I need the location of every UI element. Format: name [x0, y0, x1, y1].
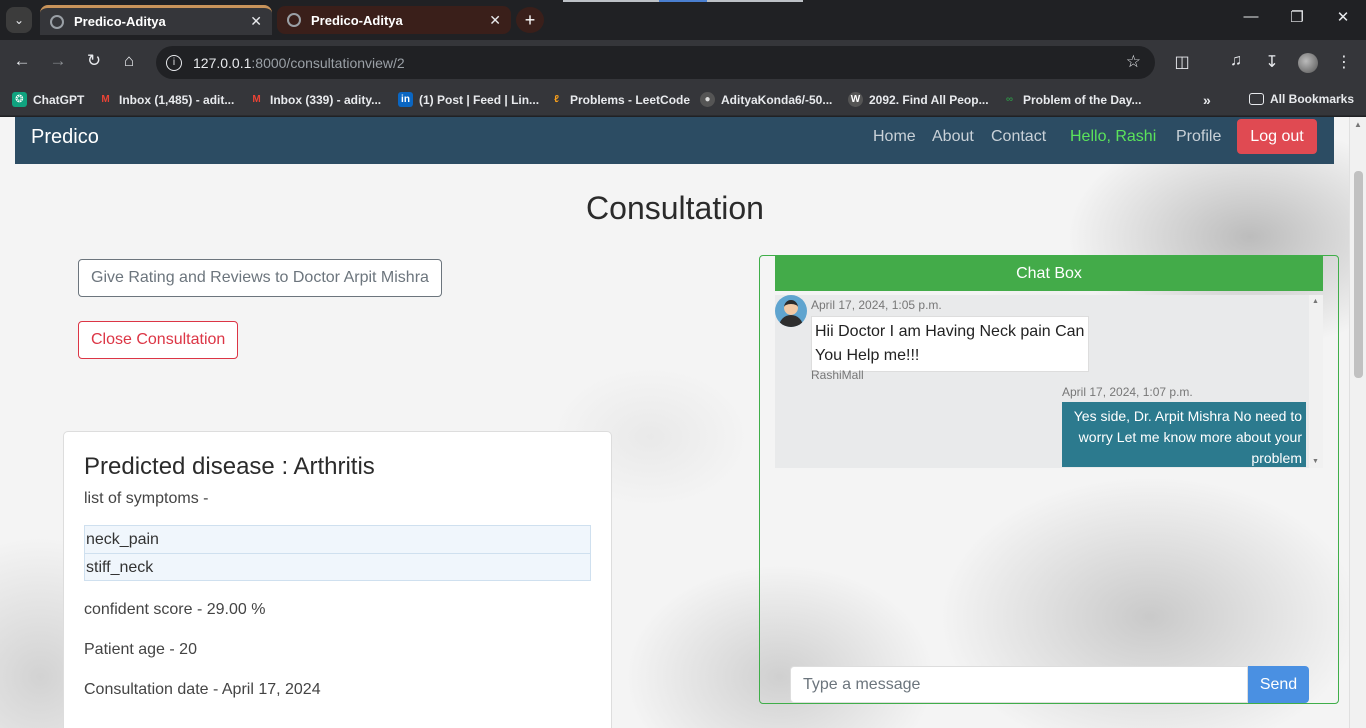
page-scrollbar[interactable]: ▲ [1349, 117, 1366, 728]
bookmarks-overflow-icon[interactable]: » [1203, 92, 1211, 108]
url-text: 127.0.0.1:8000/consultationview/2 [193, 54, 405, 71]
bookmark-leetcode[interactable]: ℓ Problems - LeetCode [549, 92, 690, 107]
bookmarks-bar: ❂ ChatGPT M Inbox (1,485) - adit... M Inbox… [0, 84, 1366, 116]
download-icon[interactable]: ↧ [1261, 52, 1283, 72]
github-icon: ● [700, 92, 715, 107]
tab-title: Predico-Aditya [311, 12, 403, 28]
confidence-score: confident score - 29.00 % [84, 601, 266, 618]
nav-contact[interactable]: Contact [991, 128, 1046, 146]
message-input[interactable]: Type a message [790, 666, 1248, 703]
bookmark-gfg[interactable]: ∞ Problem of the Day... [1002, 92, 1142, 107]
address-bar[interactable]: i 127.0.0.1:8000/consultationview/2 ☆ [156, 46, 1155, 79]
rating-review-button[interactable]: Give Rating and Reviews to Doctor Arpit … [78, 259, 442, 297]
nav-home[interactable]: Home [873, 128, 916, 146]
logout-button[interactable]: Log out [1237, 119, 1317, 154]
window-top-indicator [563, 0, 803, 2]
browser-toolbar: ← → ↻ ⌂ i 127.0.0.1:8000/consultationvie… [0, 40, 1366, 84]
incoming-message: Hii Doctor I am Having Neck pain Can You… [811, 316, 1089, 372]
minimize-icon[interactable]: — [1241, 8, 1261, 25]
site-info-icon[interactable]: i [166, 54, 182, 71]
bookmark-inbox-1[interactable]: M Inbox (1,485) - adit... [98, 92, 234, 107]
nav-about[interactable]: About [932, 128, 974, 146]
send-button[interactable]: Send [1248, 666, 1309, 703]
message-timestamp: April 17, 2024, 1:07 p.m. [1062, 385, 1193, 399]
gmail-icon: M [252, 94, 261, 105]
close-consultation-button[interactable]: Close Consultation [78, 321, 239, 359]
patient-age: Patient age - 20 [84, 641, 197, 658]
scroll-down-icon[interactable]: ▼ [1312, 458, 1319, 465]
gfg-icon: ∞ [1005, 94, 1014, 105]
close-tab-icon[interactable]: ✕ [489, 12, 501, 29]
site-navbar: Predico Home About Contact Hello, Rashi … [15, 117, 1334, 164]
bookmark-inbox-2[interactable]: M Inbox (339) - adity... [249, 92, 381, 107]
new-tab-button[interactable]: + [516, 7, 544, 33]
chat-box: Chat Box April 17, 2024, 1:05 p.m. Hii D… [759, 255, 1339, 704]
gmail-icon: M [101, 94, 110, 105]
prediction-card: Predicted disease : Arthritis list of sy… [63, 431, 612, 728]
nav-profile[interactable]: Profile [1176, 128, 1221, 146]
close-tab-icon[interactable]: ✕ [250, 13, 262, 30]
chatgpt-icon: ❂ [12, 92, 27, 107]
leetcode-icon: ℓ [554, 94, 559, 105]
bookmark-linkedin[interactable]: in (1) Post | Feed | Lin... [398, 92, 539, 107]
tab-search-button[interactable]: ⌄ [6, 7, 32, 33]
scroll-up-icon[interactable]: ▲ [1354, 120, 1362, 129]
message-timestamp: April 17, 2024, 1:05 p.m. [811, 298, 942, 312]
nav-hello-user[interactable]: Hello, Rashi [1070, 128, 1156, 146]
tab-active[interactable]: Predico-Aditya ✕ [40, 5, 272, 35]
message-sender: RashiMall [811, 368, 864, 382]
tab-strip: ⌄ Predico-Aditya ✕ Predico-Aditya ✕ + — … [0, 0, 1366, 40]
menu-dots-icon[interactable]: ⋮ [1333, 52, 1355, 72]
extensions-icon[interactable]: ◫ [1171, 52, 1193, 72]
back-icon[interactable]: ← [11, 51, 33, 71]
bookmark-github[interactable]: ● AdityaKonda6/-50... [700, 92, 832, 107]
w-icon: W [848, 92, 863, 107]
predicted-disease: Predicted disease : Arthritis [84, 453, 375, 480]
symptoms-label: list of symptoms - [84, 490, 209, 507]
tab-title: Predico-Aditya [74, 14, 166, 29]
all-bookmarks[interactable]: All Bookmarks [1249, 92, 1354, 106]
linkedin-icon: in [398, 92, 413, 107]
symptom-list: neck_pain stiff_neck [84, 525, 591, 581]
globe-icon [50, 14, 64, 29]
bookmark-star-icon[interactable]: ☆ [1126, 52, 1141, 72]
chat-messages[interactable]: April 17, 2024, 1:05 p.m. Hii Doctor I a… [775, 295, 1323, 468]
page-viewport: Predico Home About Contact Hello, Rashi … [0, 117, 1366, 728]
page-title: Consultation [586, 190, 764, 226]
symptom-item: neck_pain [85, 526, 590, 553]
profile-avatar-icon[interactable] [1298, 53, 1318, 73]
scrollbar-thumb[interactable] [1354, 171, 1363, 378]
globe-icon [287, 13, 301, 27]
chat-scrollbar[interactable]: ▲ ▼ [1309, 295, 1323, 468]
consultation-date: Consultation date - April 17, 2024 [84, 681, 321, 698]
tab-inactive[interactable]: Predico-Aditya ✕ [277, 6, 511, 34]
bookmark-find-all-people[interactable]: W 2092. Find All Peop... [848, 92, 989, 107]
scroll-up-icon[interactable]: ▲ [1312, 298, 1319, 305]
brand-logo[interactable]: Predico [31, 126, 99, 149]
close-window-icon[interactable]: ✕ [1333, 8, 1353, 26]
forward-icon[interactable]: → [47, 51, 69, 71]
bookmark-chatgpt[interactable]: ❂ ChatGPT [12, 92, 84, 107]
outgoing-message: Yes side, Dr. Arpit Mishra No need to wo… [1062, 402, 1306, 467]
symptom-item: stiff_neck [85, 553, 590, 580]
folder-icon [1249, 93, 1264, 105]
media-control-icon[interactable]: ♫ [1225, 52, 1247, 70]
home-icon[interactable]: ⌂ [118, 51, 140, 71]
user-avatar-icon [775, 295, 807, 327]
reload-icon[interactable]: ↻ [83, 51, 105, 71]
chat-header: Chat Box [775, 256, 1323, 291]
restore-icon[interactable]: ❐ [1287, 8, 1307, 26]
